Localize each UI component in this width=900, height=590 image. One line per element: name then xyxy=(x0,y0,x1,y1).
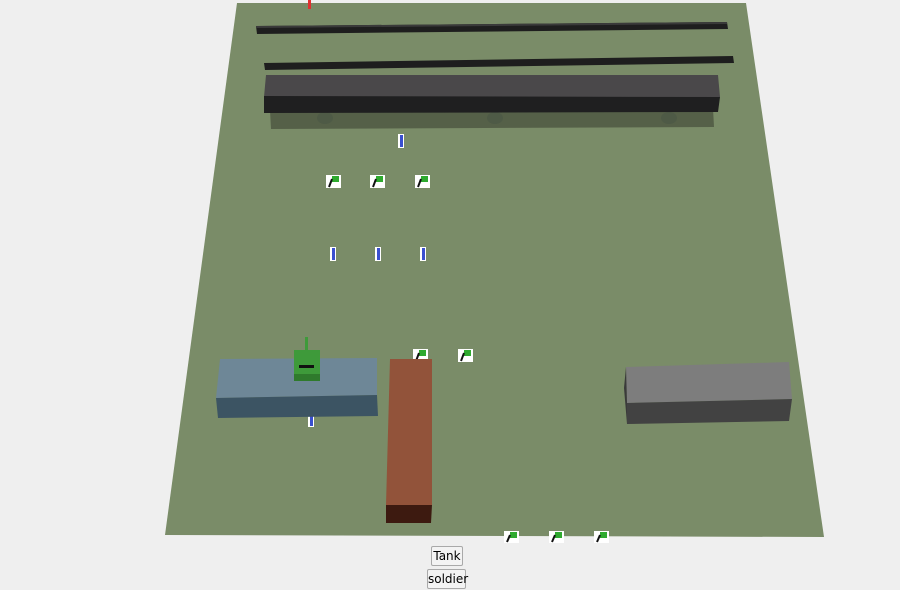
flag-unit[interactable] xyxy=(549,531,564,543)
soldier-button[interactable]: soldier xyxy=(427,569,468,589)
flag-unit[interactable] xyxy=(370,175,385,188)
wall-wheel xyxy=(317,112,333,124)
orange-block-front xyxy=(386,505,432,523)
flag-unit[interactable] xyxy=(415,175,430,188)
blue-block-front xyxy=(216,395,378,418)
tank-button[interactable]: Tank xyxy=(431,546,463,566)
soldier-unit[interactable] xyxy=(398,134,404,148)
orange-block-top xyxy=(386,359,432,505)
flag-unit[interactable] xyxy=(504,531,519,543)
flag-unit[interactable] xyxy=(458,349,473,362)
soldier-unit[interactable] xyxy=(330,247,336,261)
gray-block-front xyxy=(627,399,792,424)
red-marker xyxy=(308,0,311,9)
wall-wheel xyxy=(661,112,677,124)
flag-unit[interactable] xyxy=(326,175,341,188)
game-scene[interactable] xyxy=(0,0,900,545)
flag-unit[interactable] xyxy=(594,531,609,543)
dark-wall-top xyxy=(264,75,720,97)
dark-wall-front xyxy=(264,96,720,113)
soldier-unit[interactable] xyxy=(420,247,426,261)
gray-block-top xyxy=(626,362,792,403)
soldier-unit[interactable] xyxy=(375,247,381,261)
wall-wheel xyxy=(487,112,503,124)
